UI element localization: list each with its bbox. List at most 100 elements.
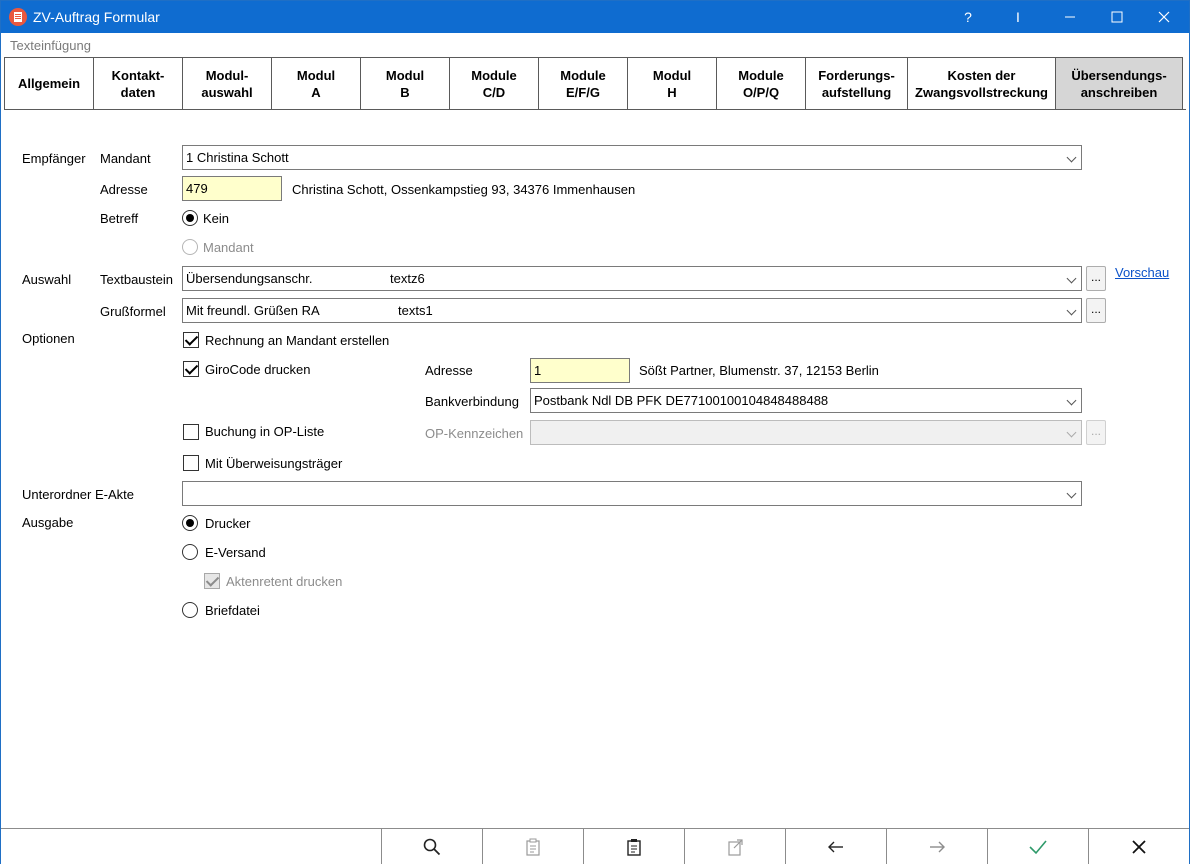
bankverbindung-select-value: Postbank Ndl DB PFK DE771001001048484884… bbox=[534, 393, 829, 408]
arrow-right-icon bbox=[930, 841, 945, 852]
tab-kosten-zwangsvollstreckung[interactable]: Kosten der Zwangsvollstreckung bbox=[907, 57, 1055, 110]
tab-module-opq[interactable]: Module O/P/Q bbox=[716, 57, 805, 110]
title-bar: ZV-Auftrag Formular ? I bbox=[1, 1, 1189, 33]
clipboard-button[interactable] bbox=[482, 829, 583, 864]
bankverbindung-label: Bankverbindung bbox=[425, 394, 519, 409]
briefdatei-label: Briefdatei bbox=[205, 603, 260, 618]
confirm-check-icon bbox=[1029, 839, 1047, 854]
grussformel-label: Grußformel bbox=[100, 304, 166, 319]
adresse-label: Adresse bbox=[100, 182, 148, 197]
tab-label: Allgemein bbox=[17, 76, 81, 91]
confirm-button[interactable] bbox=[987, 829, 1088, 864]
tab-modul-a[interactable]: Modul A bbox=[271, 57, 360, 110]
tab-strip: Allgemein Kontakt- daten Modul- auswahl … bbox=[4, 57, 1183, 110]
betreff-label: Betreff bbox=[100, 211, 139, 226]
chevron-down-icon bbox=[1066, 305, 1077, 316]
ueberweisung-label: Mit Überweisungsträger bbox=[205, 456, 343, 471]
tab-label: Kosten der Zwangsvollstreckung bbox=[915, 67, 1048, 100]
tab-divider bbox=[4, 109, 1186, 110]
textbaustein-select-value: Übersendungsanschr. bbox=[186, 271, 313, 286]
tab-label: Modul B bbox=[385, 67, 425, 100]
mandant-select[interactable]: 1 Christina Schott bbox=[182, 145, 1082, 170]
tab-label: Module O/P/Q bbox=[738, 67, 784, 100]
chevron-down-icon bbox=[1066, 152, 1077, 163]
unterordner-label: Unterordner E-Akte bbox=[22, 487, 134, 502]
buchung-checkbox[interactable] bbox=[183, 424, 199, 440]
menu-texteinfuegung[interactable]: Texteinfügung bbox=[10, 38, 91, 53]
maximize-button[interactable] bbox=[1094, 1, 1140, 33]
eversand-radio[interactable] bbox=[182, 544, 198, 560]
close-window-button[interactable] bbox=[1141, 1, 1187, 33]
window: ZV-Auftrag Formular ? I Texteinfügung Al… bbox=[0, 0, 1190, 864]
drucker-label: Drucker bbox=[205, 516, 251, 531]
export-button[interactable] bbox=[684, 829, 785, 864]
clipboard-icon bbox=[526, 838, 540, 856]
textbaustein-label: Textbaustein bbox=[100, 272, 173, 287]
tab-module-cd[interactable]: Module C/D bbox=[449, 57, 538, 110]
tab-module-efg[interactable]: Module E/F/G bbox=[538, 57, 627, 110]
betreff-kein-radio[interactable] bbox=[182, 210, 198, 226]
giro-adresse-label: Adresse bbox=[425, 363, 473, 378]
unterordner-select[interactable] bbox=[182, 481, 1082, 506]
betreff-mandant-radio[interactable] bbox=[182, 239, 198, 255]
op-kennzeichen-label: OP-Kennzeichen bbox=[425, 426, 524, 441]
op-kennzeichen-browse-button[interactable]: ... bbox=[1086, 420, 1106, 445]
tab-label: Forderungs- aufstellung bbox=[818, 67, 895, 100]
document-button[interactable] bbox=[583, 829, 684, 864]
betreff-kein-label: Kein bbox=[203, 211, 230, 226]
tab-kontaktdaten[interactable]: Kontakt- daten bbox=[93, 57, 182, 110]
vorschau-link[interactable]: Vorschau bbox=[1115, 265, 1169, 280]
giro-adresse-input[interactable]: 1 bbox=[530, 358, 630, 383]
chevron-down-icon bbox=[1066, 427, 1077, 438]
girocode-checkbox[interactable] bbox=[183, 361, 199, 377]
op-kennzeichen-select[interactable] bbox=[530, 420, 1082, 445]
search-icon bbox=[423, 838, 441, 855]
tab-modul-b[interactable]: Modul B bbox=[360, 57, 449, 110]
mandant-select-value: 1 Christina Schott bbox=[186, 150, 289, 165]
grussformel-browse-button[interactable]: ... bbox=[1086, 298, 1106, 323]
document-icon bbox=[627, 838, 641, 856]
rechnung-checkbox[interactable] bbox=[183, 332, 199, 348]
textbaustein-browse-button[interactable]: ... bbox=[1086, 266, 1106, 291]
mandant-label: Mandant bbox=[100, 151, 151, 166]
tab-label: Modul H bbox=[652, 67, 692, 100]
briefdatei-radio[interactable] bbox=[182, 602, 198, 618]
chevron-down-icon bbox=[1066, 273, 1077, 284]
help-button[interactable]: ? bbox=[945, 1, 991, 33]
adresse-text: Christina Schott, Ossenkampstieg 93, 343… bbox=[292, 182, 636, 197]
tab-label: Modul- auswahl bbox=[201, 67, 253, 100]
drucker-radio[interactable] bbox=[182, 515, 198, 531]
text-cursor-icon: I bbox=[1016, 9, 1020, 25]
chevron-down-icon bbox=[1066, 488, 1077, 499]
betreff-mandant-label: Mandant bbox=[203, 240, 254, 255]
search-button[interactable] bbox=[381, 829, 482, 864]
rechnung-label: Rechnung an Mandant erstellen bbox=[205, 333, 390, 348]
tab-modulauswahl[interactable]: Modul- auswahl bbox=[182, 57, 271, 110]
export-icon bbox=[728, 838, 743, 856]
grussformel-code: texts1 bbox=[398, 303, 433, 318]
minimize-button[interactable] bbox=[1047, 1, 1093, 33]
aktenretent-checkbox[interactable] bbox=[204, 573, 220, 589]
textbaustein-select[interactable]: Übersendungsanschr. textz6 bbox=[182, 266, 1082, 291]
cancel-button[interactable] bbox=[1088, 829, 1189, 864]
tab-uebersendungsanschreiben[interactable]: Übersendungs- anschreiben bbox=[1055, 57, 1183, 110]
ueberweisung-checkbox[interactable] bbox=[183, 455, 199, 471]
bottom-toolbar bbox=[1, 828, 1189, 864]
ausgabe-label: Ausgabe bbox=[22, 515, 74, 530]
arrow-left-icon bbox=[828, 841, 843, 852]
bankverbindung-select[interactable]: Postbank Ndl DB PFK DE771001001048484884… bbox=[530, 388, 1082, 413]
next-button[interactable] bbox=[886, 829, 987, 864]
buchung-label: Buchung in OP-Liste bbox=[205, 424, 325, 439]
empfaenger-label: Empfänger bbox=[22, 151, 86, 166]
tab-allgemein[interactable]: Allgemein bbox=[4, 57, 93, 110]
minimize-icon bbox=[1065, 16, 1075, 18]
tab-forderungsaufstellung[interactable]: Forderungs- aufstellung bbox=[805, 57, 907, 110]
adresse-input[interactable]: 479 bbox=[182, 176, 282, 201]
previous-button[interactable] bbox=[785, 829, 886, 864]
aktenretent-label: Aktenretent drucken bbox=[226, 574, 343, 589]
grussformel-select-value: Mit freundl. Grüßen RA bbox=[186, 303, 320, 318]
grussformel-select[interactable]: Mit freundl. Grüßen RA texts1 bbox=[182, 298, 1082, 323]
auswahl-label: Auswahl bbox=[22, 272, 72, 287]
tab-modul-h[interactable]: Modul H bbox=[627, 57, 716, 110]
eversand-label: E-Versand bbox=[205, 545, 266, 560]
